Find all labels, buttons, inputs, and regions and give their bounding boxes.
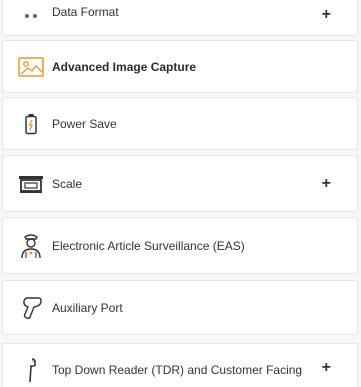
menu-item-label: Advanced Image Capture [52, 59, 197, 74]
menu-item-label: Power Save [52, 116, 117, 131]
menu-item-advanced-image-capture[interactable]: Advanced Image Capture [2, 40, 358, 93]
expand-icon[interactable]: + [322, 360, 331, 376]
menu-item-label: Scale [52, 176, 83, 191]
settings-menu: Data Format + Advanced Image Capture Pow… [0, 0, 361, 387]
menu-item-scale[interactable]: Scale + [2, 155, 358, 212]
security-guard-icon [17, 233, 45, 259]
expand-icon[interactable]: + [322, 175, 331, 192]
menu-item-eas[interactable]: Electronic Article Surveillance (EAS) [2, 217, 358, 274]
menu-item-label: Data Format [52, 5, 119, 19]
tdr-reader-icon [17, 357, 45, 383]
image-icon [17, 54, 45, 80]
menu-item-auxiliary-port[interactable]: Auxiliary Port [2, 280, 358, 335]
auxiliary-scanner-icon [17, 295, 45, 321]
data-format-icon [17, 0, 45, 25]
scale-icon [17, 171, 45, 197]
menu-item-power-save[interactable]: Power Save [2, 97, 358, 150]
menu-item-tdr[interactable]: Top Down Reader (TDR) and Customer Facin… [2, 343, 358, 387]
menu-item-data-format[interactable]: Data Format + [2, 0, 358, 36]
menu-item-label: Electronic Article Surveillance (EAS) [52, 238, 245, 253]
menu-item-label: Top Down Reader (TDR) and Customer Facin… [52, 363, 303, 377]
battery-icon [17, 111, 45, 137]
expand-icon[interactable]: + [322, 7, 331, 23]
menu-item-label: Auxiliary Port [52, 300, 123, 315]
